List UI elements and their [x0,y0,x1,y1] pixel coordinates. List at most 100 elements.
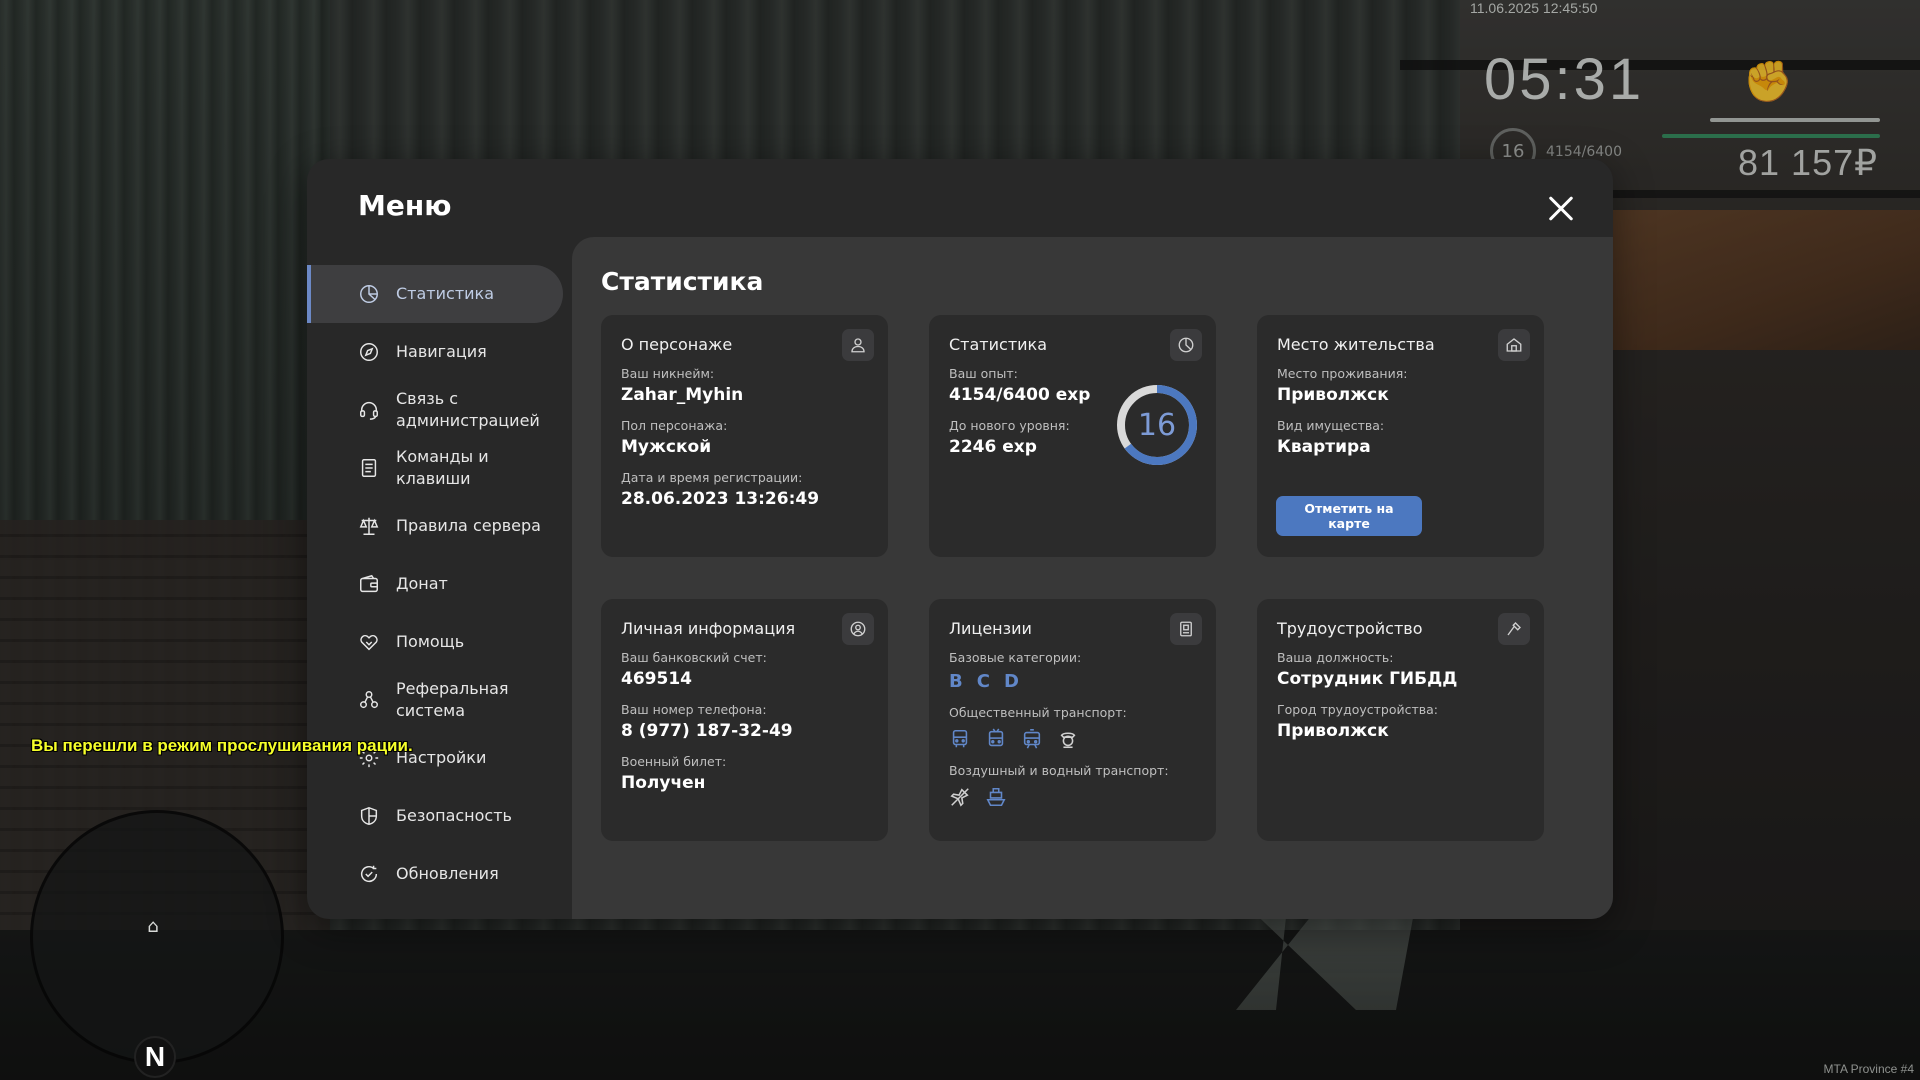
property-type-value: Квартира [1277,437,1371,457]
shield-icon [357,804,381,828]
chat-message: Вы перешли в режим прослушивания рации. [31,736,413,755]
field-label: Вид имущества: [1277,418,1385,433]
sidebar-item-label: Донат [396,574,448,593]
employment-card: Трудоустройство Ваша должность: Сотрудни… [1257,599,1544,841]
character-card: О персонаже Ваш никнейм: Zahar_Myhin Пол… [601,315,888,557]
license-document-icon [1170,613,1202,645]
job-city-value: Приволжск [1277,721,1389,741]
sidebar-item-rules[interactable]: Правила сервера [307,497,563,555]
field-label: Ваш опыт: [949,366,1018,381]
sidebar-item-commands[interactable]: Команды и клавиши [307,439,563,497]
bank-account-value: 469514 [621,669,692,689]
field-label: Общественный транспорт: [949,705,1127,720]
sidebar-item-help[interactable]: Помощь [307,613,563,671]
scales-icon [357,514,381,538]
field-label: Город трудоустройства: [1277,702,1439,717]
sidebar-item-donate[interactable]: Донат [307,555,563,613]
sidebar-item-navigation[interactable]: Навигация [307,323,563,381]
bus-icon [952,729,968,748]
sidebar-item-label: Команды и клавиши [396,447,489,488]
compass-icon [357,340,381,364]
minimap-radar [30,810,284,1064]
field-label: Ваш банковский счет: [621,650,767,665]
sidebar-item-statistics[interactable]: Статистика [307,265,563,323]
statistics-card: Статистика Ваш опыт: 4154/6400 exp До но… [929,315,1216,557]
wallet-icon [357,572,381,596]
sidebar-item-label: Реферальная система [396,679,509,720]
residence-card: Место жительства Место проживания: Приво… [1257,315,1544,557]
license-category: B [949,671,963,692]
sidebar-item-label: Помощь [396,632,465,651]
sidebar-item-updates[interactable]: Обновления [307,845,563,903]
taxi-driver-icon [1060,732,1076,749]
statistics-panel: Статистика О персонаже Ваш никнейм: Zaha… [572,237,1613,919]
license-category: C [976,671,990,692]
chart-pie-icon [357,282,381,306]
card-title: Трудоустройство [1277,619,1423,638]
fist-icon: ✊ [1743,58,1793,105]
field-label: Ваш никнейм: [621,366,715,381]
refresh-check-icon [357,862,381,886]
field-label: Ваша должность: [1277,650,1394,665]
field-label: Пол персонажа: [621,418,728,433]
public-transport-icons [949,728,1196,750]
level-number: 16 [1137,407,1177,443]
referral-icon [357,688,381,712]
hud-exp: 4154/6400 [1546,144,1622,160]
menu-window: Меню Статистика Навигация Связь с админи… [307,159,1613,919]
sidebar-item-referral[interactable]: Реферальная система [307,671,563,729]
license-category: D [1003,671,1019,692]
headset-icon [357,398,381,422]
hud-datetime: 11.06.2025 12:45:50 [1470,0,1598,16]
air-water-transport-icons [949,786,1196,808]
licenses-card: Лицензии Базовые категории: B C D Общест… [929,599,1216,841]
player-marker-icon: ⌂ [147,916,159,937]
gender-value: Мужской [621,437,712,457]
sidebar-item-label: Безопасность [396,806,512,825]
phone-number-value: 8 (977) 187-32-49 [621,721,793,741]
user-icon [842,329,874,361]
sidebar-item-label: Правила сервера [396,516,541,535]
sidebar-item-label: Статистика [396,284,494,303]
hammer-icon [1498,613,1530,645]
registration-date-value: 28.06.2023 13:26:49 [621,489,820,509]
server-watermark: MTA Province #4 [1823,1062,1914,1076]
house-icon [1498,329,1530,361]
mark-on-map-button[interactable]: Отметить на карте [1276,496,1422,536]
field-label: Место проживания: [1277,366,1408,381]
job-position-value: Сотрудник ГИБДД [1277,669,1458,689]
menu-title: Меню [358,189,452,222]
hud-clock: 05:31 [1484,47,1645,112]
close-button[interactable] [1543,191,1579,227]
card-title: Личная информация [621,619,796,638]
field-label: Военный билет: [621,754,727,769]
sidebar-item-label: Обновления [396,864,499,883]
field-label: Дата и время регистрации: [621,470,803,485]
card-title: Лицензии [949,619,1032,638]
sidebar-item-label: Связь с администрацией [396,389,540,430]
hud-health-bar [1662,134,1880,138]
field-label: Базовые категории: [949,650,1082,665]
boat-icon [986,787,1006,807]
handshake-icon [357,630,381,654]
card-title: О персонаже [621,335,733,354]
sidebar-nav: Статистика Навигация Связь с администрац… [307,265,563,903]
sidebar-item-admin-contact[interactable]: Связь с администрацией [307,381,563,439]
field-label: Воздушный и водный транспорт: [949,763,1169,778]
nickname-value: Zahar_Myhin [621,385,744,405]
sidebar-item-label: Навигация [396,342,487,361]
user-circle-icon [842,613,874,645]
field-label: Ваш номер телефона: [621,702,767,717]
airplane-icon [950,788,969,807]
document-list-icon [357,456,381,480]
hud-money: 81 157₽ [1738,142,1879,183]
personal-info-card: Личная информация Ваш банковский счет: 4… [601,599,888,841]
residence-place-value: Приволжск [1277,385,1389,405]
tram-icon [1023,729,1041,749]
sidebar-item-security[interactable]: Безопасность [307,787,563,845]
military-id-value: Получен [621,773,706,793]
hud-armor-bar [1710,118,1880,122]
page-title: Статистика [601,267,764,296]
radar-north-marker: N [134,1036,176,1078]
license-categories: B C D [949,671,1196,692]
